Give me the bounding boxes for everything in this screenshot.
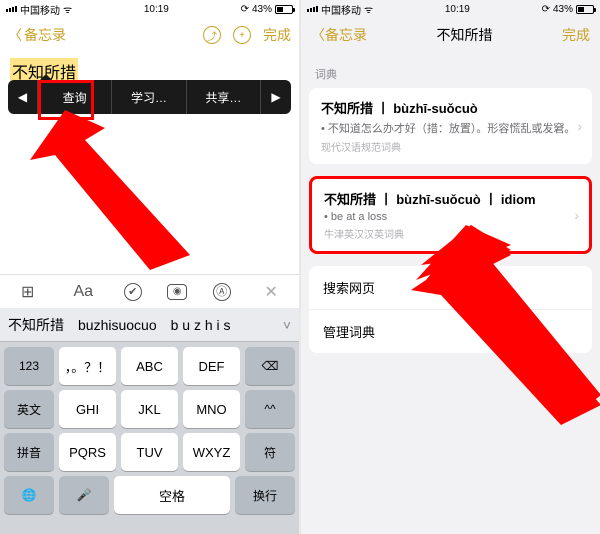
add-person-button[interactable]: + [233, 26, 251, 44]
table-icon[interactable]: ⊞ [13, 282, 43, 302]
done-button[interactable]: 完成 [263, 25, 291, 45]
keyboard-toolbar: ⊞ Aa ✔ ◉ Ⓐ ✕ [0, 274, 299, 308]
orientation-lock-icon: ⟳ [542, 4, 550, 15]
entry-source: 牛津英汉汉英词典 [324, 226, 577, 241]
markup-icon[interactable]: Ⓐ [213, 283, 231, 301]
back-button[interactable]: 〈备忘录 [311, 25, 367, 45]
key-wxyz[interactable]: WXYZ [183, 433, 240, 471]
annotation-arrow-icon [30, 110, 210, 280]
manage-dictionaries-button[interactable]: 管理词典 [309, 310, 592, 353]
battery-icon [576, 5, 594, 14]
status-time: 10:19 [144, 4, 169, 15]
status-bar: 中国移动 ᯤ 10:19 ⟳ 43% [301, 0, 600, 18]
keyboard: 不知所措 buzhisuocuo b u z h i s ˅ 123 ，。？！ … [0, 308, 299, 534]
key-english[interactable]: 英文 [4, 390, 54, 428]
wifi-icon: ᯤ [364, 2, 373, 16]
expand-candidates-icon[interactable]: ˅ [283, 317, 291, 333]
close-keyboard-icon[interactable]: ✕ [256, 282, 286, 302]
key-punct[interactable]: ，。？！ [59, 347, 116, 385]
camera-icon[interactable]: ◉ [167, 284, 187, 300]
signal-icon [6, 6, 17, 12]
menu-lookup-button[interactable]: 查询 [38, 80, 112, 114]
key-globe[interactable]: 🌐 [4, 476, 54, 514]
key-mic[interactable]: 🎤 [59, 476, 109, 514]
wifi-icon: ᯤ [63, 2, 72, 16]
actions-list: 搜索网页 管理词典 [309, 266, 592, 353]
format-icon[interactable]: Aa [68, 283, 98, 301]
entry-title: 不知所措 丨 bùzhī-suǒcuò [321, 98, 580, 117]
key-123[interactable]: 123 [4, 347, 54, 385]
key-mno[interactable]: MNO [183, 390, 240, 428]
key-ghi[interactable]: GHI [59, 390, 116, 428]
back-button[interactable]: 〈 备忘录 [8, 25, 66, 45]
section-header: 词典 [301, 52, 600, 88]
key-abc[interactable]: ABC [121, 347, 178, 385]
back-label: 备忘录 [325, 27, 367, 43]
key-space[interactable]: 空格 [114, 476, 230, 514]
status-bar: 中国移动 ᯤ 10:19 ⟳ 43% [0, 0, 299, 18]
candidate[interactable]: b u z h i s [171, 317, 231, 333]
candidate[interactable]: 不知所措 [8, 315, 64, 335]
search-web-button[interactable]: 搜索网页 [309, 266, 592, 310]
key-delete[interactable]: ⌫ [245, 347, 295, 385]
carrier-label: 中国移动 [321, 2, 361, 17]
menu-share-button[interactable]: 共享… [187, 80, 261, 114]
notes-navbar: 〈 备忘录 ⤴ + 完成 [0, 18, 299, 52]
key-clear[interactable]: ^^ [245, 390, 295, 428]
dictionary-entry[interactable]: 不知所措 丨 bùzhī-suǒcuò • 不知道怎么办才好（措：放置）。形容慌… [309, 88, 592, 164]
key-symbols[interactable]: 符 [245, 433, 295, 471]
back-label: 备忘录 [24, 25, 66, 45]
phone-left-notes: 中国移动 ᯤ 10:19 ⟳ 43% 〈 备忘录 ⤴ + 完成 不知所措 ◀ 查… [0, 0, 299, 534]
dictionary-navbar: 〈备忘录 不知所措 完成 [301, 18, 600, 52]
carrier-label: 中国移动 [20, 2, 60, 17]
dictionary-entry[interactable]: 不知所措 丨 bùzhī-suǒcuò 丨 idiom • be at a lo… [309, 176, 592, 254]
key-pinyin[interactable]: 拼音 [4, 433, 54, 471]
candidate[interactable]: buzhisuocuo [78, 317, 157, 333]
entry-definition: • be at a loss [324, 211, 577, 223]
candidate-bar: 不知所措 buzhisuocuo b u z h i s ˅ [0, 308, 299, 342]
key-def[interactable]: DEF [183, 347, 240, 385]
share-note-button[interactable]: ⤴ [203, 26, 221, 44]
key-tuv[interactable]: TUV [121, 433, 178, 471]
battery-percent: 43% [252, 4, 272, 15]
done-button[interactable]: 完成 [562, 25, 590, 45]
text-selection-menu: ◀ 查询 学习… 共享… ▶ [8, 80, 291, 114]
chevron-left-icon: 〈 [311, 27, 325, 43]
key-pqrs[interactable]: PQRS [59, 433, 116, 471]
battery-icon [275, 5, 293, 14]
phone-right-dictionary: 中国移动 ᯤ 10:19 ⟳ 43% 〈备忘录 不知所措 完成 词典 不知所措 … [301, 0, 600, 534]
battery-percent: 43% [553, 4, 573, 15]
menu-learn-button[interactable]: 学习… [112, 80, 186, 114]
orientation-lock-icon: ⟳ [241, 4, 249, 15]
menu-prev-button[interactable]: ◀ [8, 80, 38, 114]
chevron-left-icon: 〈 [8, 25, 22, 45]
chevron-right-icon: › [577, 118, 582, 134]
key-return[interactable]: 换行 [235, 476, 295, 514]
entry-source: 现代汉语规范词典 [321, 139, 580, 154]
menu-next-button[interactable]: ▶ [261, 80, 291, 114]
checklist-icon[interactable]: ✔ [124, 283, 142, 301]
key-jkl[interactable]: JKL [121, 390, 178, 428]
signal-icon [307, 6, 318, 12]
status-time: 10:19 [445, 4, 470, 15]
chevron-right-icon: › [574, 207, 579, 223]
entry-title: 不知所措 丨 bùzhī-suǒcuò 丨 idiom [324, 189, 577, 208]
entry-definition: • 不知道怎么办才好（措：放置）。形容慌乱或发窘。 [321, 120, 580, 136]
page-title: 不知所措 [437, 25, 493, 45]
